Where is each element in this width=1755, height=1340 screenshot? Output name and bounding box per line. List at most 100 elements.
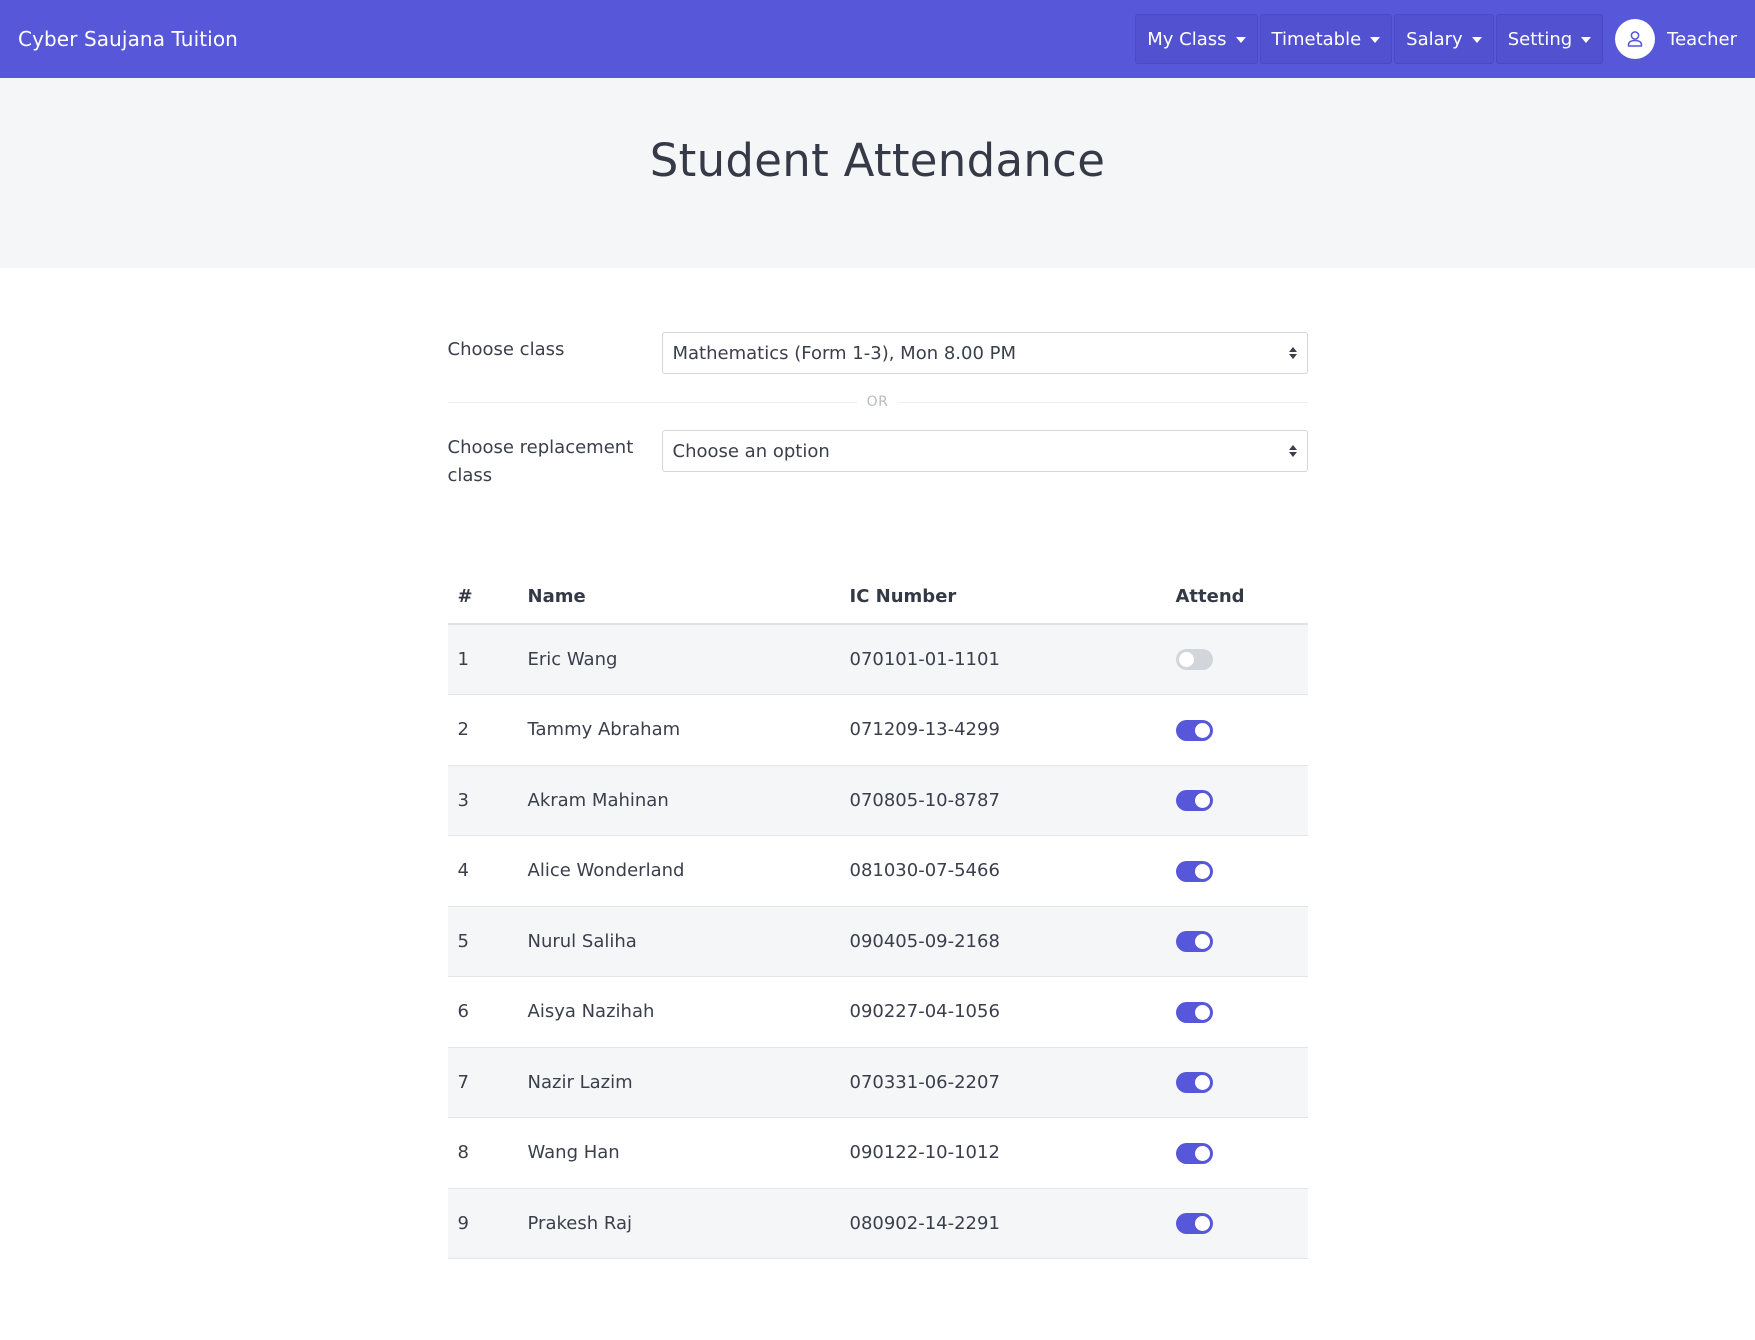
or-divider: OR bbox=[447, 374, 1308, 430]
table-row: 9 Prakesh Raj 080902-14-2291 bbox=[447, 1188, 1308, 1259]
caret-down-icon bbox=[1581, 37, 1592, 43]
nav-my-class-dropdown[interactable]: My Class bbox=[1135, 14, 1258, 64]
attend-cell bbox=[1165, 1117, 1308, 1189]
attend-cell bbox=[1165, 835, 1308, 907]
user-icon bbox=[1627, 31, 1643, 47]
attendance-table: # Name IC Number Attend 1 Eric Wang 070101… bbox=[447, 570, 1308, 1259]
nav-salary-dropdown[interactable]: Salary bbox=[1394, 14, 1494, 64]
class-select-value: Mathematics (Form 1-3), Mon 8.00 PM bbox=[672, 342, 1017, 364]
toggle-knob bbox=[1194, 863, 1210, 879]
class-select[interactable]: Mathematics (Form 1-3), Mon 8.00 PM bbox=[661, 332, 1308, 374]
row-number: 2 bbox=[447, 694, 518, 766]
attend-toggle[interactable] bbox=[1175, 1142, 1213, 1164]
toggle-knob bbox=[1178, 652, 1194, 668]
or-divider-text: OR bbox=[856, 394, 899, 410]
student-name: Eric Wang bbox=[517, 624, 840, 695]
student-ic-number: 070805-10-8787 bbox=[839, 765, 1166, 836]
header-number: # bbox=[447, 570, 518, 625]
row-number: 7 bbox=[447, 1047, 518, 1118]
row-number: 1 bbox=[447, 624, 518, 695]
user-label: Teacher bbox=[1667, 28, 1737, 50]
table-row: 6 Aisya Nazihah 090227-04-1056 bbox=[447, 976, 1308, 1048]
student-name: Akram Mahinan bbox=[517, 765, 840, 836]
attend-toggle[interactable] bbox=[1175, 1001, 1213, 1023]
student-name: Nazir Lazim bbox=[517, 1047, 840, 1118]
table-row: 7 Nazir Lazim 070331-06-2207 bbox=[447, 1047, 1308, 1118]
toggle-knob bbox=[1194, 1145, 1210, 1161]
attend-cell bbox=[1165, 765, 1308, 836]
nav-menu: My Class Timetable Salary Setting Teache… bbox=[1133, 0, 1737, 78]
nav-setting-dropdown[interactable]: Setting bbox=[1495, 14, 1604, 64]
attend-toggle[interactable] bbox=[1175, 719, 1213, 741]
nav-timetable-label: Timetable bbox=[1271, 28, 1362, 50]
toggle-knob bbox=[1194, 1216, 1210, 1231]
toggle-knob bbox=[1194, 1075, 1210, 1090]
table-row: 2 Tammy Abraham 071209-13-4299 bbox=[447, 694, 1308, 766]
attend-cell bbox=[1165, 1188, 1308, 1259]
table-row: 1 Eric Wang 070101-01-1101 bbox=[447, 624, 1308, 695]
student-name: Aisya Nazihah bbox=[517, 976, 840, 1048]
user-menu[interactable]: Teacher bbox=[1615, 19, 1737, 59]
toggle-knob bbox=[1194, 934, 1210, 949]
table-row: 3 Akram Mahinan 070805-10-8787 bbox=[447, 765, 1308, 836]
select-arrows-icon bbox=[1288, 347, 1297, 359]
row-number: 5 bbox=[447, 906, 518, 977]
attend-toggle[interactable] bbox=[1175, 790, 1213, 811]
nav-setting-label: Setting bbox=[1507, 28, 1573, 50]
row-number: 4 bbox=[447, 835, 518, 907]
student-name: Nurul Saliha bbox=[517, 906, 840, 977]
table-row: 5 Nurul Saliha 090405-09-2168 bbox=[447, 906, 1308, 977]
toggle-knob bbox=[1194, 793, 1210, 808]
caret-down-icon bbox=[1471, 37, 1482, 43]
page-header: Student Attendance bbox=[0, 78, 1755, 268]
brand-title[interactable]: Cyber Saujana Tuition bbox=[18, 27, 238, 51]
student-ic-number: 090122-10-1012 bbox=[839, 1117, 1166, 1189]
header-attend: Attend bbox=[1165, 570, 1308, 625]
page-title: Student Attendance bbox=[649, 134, 1106, 187]
student-ic-number: 071209-13-4299 bbox=[839, 694, 1166, 766]
table-body: 1 Eric Wang 070101-01-1101 2 Tammy Abraham 07… bbox=[447, 624, 1308, 1259]
attend-toggle[interactable] bbox=[1175, 649, 1213, 671]
student-ic-number: 090227-04-1056 bbox=[839, 976, 1166, 1048]
header-ic-number: IC Number bbox=[839, 570, 1166, 625]
attend-cell bbox=[1165, 906, 1308, 977]
nav-timetable-dropdown[interactable]: Timetable bbox=[1259, 14, 1393, 64]
class-label: Choose class bbox=[447, 339, 565, 360]
replacement-class-select[interactable]: Choose an option bbox=[661, 430, 1308, 472]
replacement-select-value: Choose an option bbox=[672, 440, 830, 462]
main-content: Choose class Mathematics (Form 1-3), Mon… bbox=[447, 268, 1308, 1259]
student-name: Wang Han bbox=[517, 1117, 840, 1189]
attend-toggle[interactable] bbox=[1175, 1072, 1213, 1093]
replacement-class-label: Choose replacement class bbox=[447, 437, 634, 486]
replacement-form-row: Choose replacement class Choose an optio… bbox=[448, 430, 1308, 490]
student-ic-number: 090405-09-2168 bbox=[839, 906, 1166, 977]
table-header-row: # Name IC Number Attend bbox=[447, 570, 1308, 625]
attend-toggle[interactable] bbox=[1175, 860, 1213, 882]
select-arrows-icon bbox=[1288, 445, 1297, 457]
caret-down-icon bbox=[1370, 37, 1381, 43]
row-number: 6 bbox=[447, 976, 518, 1048]
student-name: Tammy Abraham bbox=[517, 694, 840, 766]
table-row: 4 Alice Wonderland 081030-07-5466 bbox=[447, 835, 1308, 907]
row-number: 3 bbox=[447, 765, 518, 836]
header-name: Name bbox=[517, 570, 840, 625]
attend-cell bbox=[1165, 1047, 1308, 1118]
top-navbar: Cyber Saujana Tuition My Class Timetable… bbox=[0, 0, 1755, 78]
class-form-row: Choose class Mathematics (Form 1-3), Mon… bbox=[448, 332, 1308, 374]
row-number: 8 bbox=[447, 1117, 518, 1189]
attend-cell bbox=[1165, 624, 1308, 695]
toggle-knob bbox=[1194, 722, 1210, 738]
row-number: 9 bbox=[447, 1188, 518, 1259]
avatar bbox=[1615, 19, 1656, 59]
student-ic-number: 081030-07-5466 bbox=[839, 835, 1166, 907]
nav-salary-label: Salary bbox=[1406, 28, 1463, 50]
table-row: 8 Wang Han 090122-10-1012 bbox=[447, 1117, 1308, 1189]
caret-down-icon bbox=[1235, 37, 1246, 43]
toggle-knob bbox=[1194, 1004, 1210, 1020]
student-ic-number: 080902-14-2291 bbox=[839, 1188, 1166, 1259]
attend-toggle[interactable] bbox=[1175, 1213, 1213, 1234]
student-name: Alice Wonderland bbox=[517, 835, 840, 907]
attend-cell bbox=[1165, 976, 1308, 1048]
attend-toggle[interactable] bbox=[1175, 931, 1213, 952]
attend-cell bbox=[1165, 694, 1308, 766]
